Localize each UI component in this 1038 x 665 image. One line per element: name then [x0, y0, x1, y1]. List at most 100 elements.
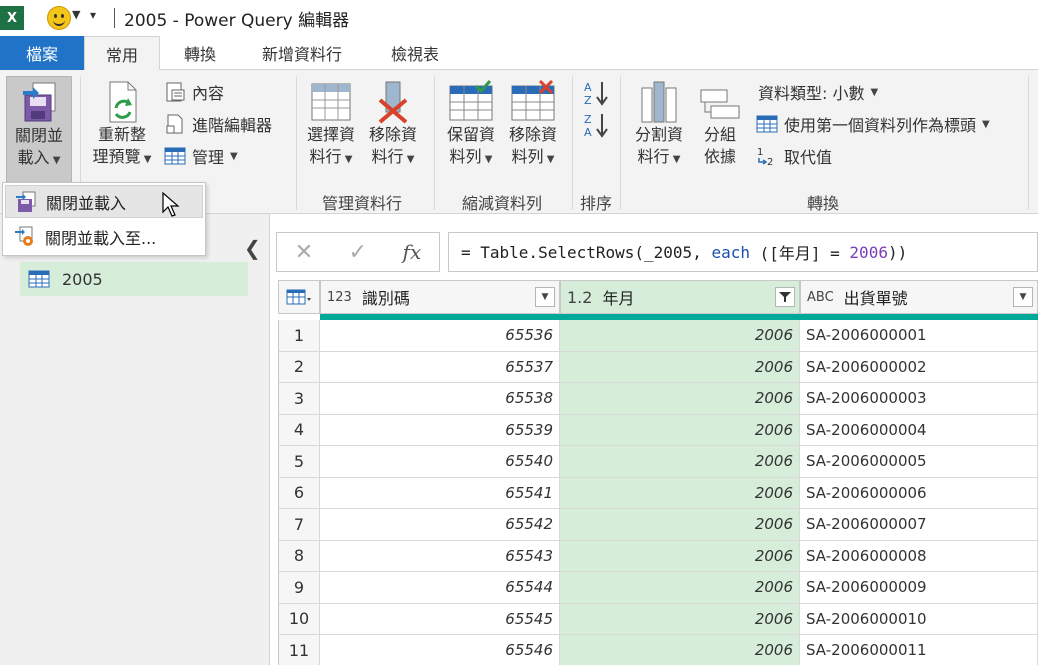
- data-type-dropdown[interactable]: 資料類型: 小數 ▼: [758, 80, 878, 104]
- cell-id[interactable]: 65546: [320, 635, 560, 665]
- whole-number-type-icon[interactable]: 123: [327, 290, 352, 305]
- replace-values-button[interactable]: 12 取代值: [756, 144, 832, 168]
- advanced-editor-button[interactable]: 進階編輯器: [164, 112, 272, 136]
- cell-shipment-no[interactable]: SA-2006000009: [800, 572, 1038, 604]
- decimal-type-icon[interactable]: 1.2: [567, 288, 592, 307]
- tab-home[interactable]: 常用: [84, 36, 160, 71]
- cell-yearmonth[interactable]: 2006: [560, 351, 800, 383]
- remove-rows-button[interactable]: 移除資 料列 ▼: [502, 80, 564, 171]
- query-item[interactable]: 2005: [20, 262, 248, 296]
- refresh-preview-button[interactable]: 重新整 理預覽 ▼: [84, 80, 160, 171]
- cell-shipment-no[interactable]: SA-2006000003: [800, 383, 1038, 415]
- column-header[interactable]: ABC 出貨單號 ▼: [800, 280, 1038, 314]
- tab-file[interactable]: 檔案: [0, 36, 84, 70]
- row-number[interactable]: 4: [278, 414, 320, 446]
- row-number[interactable]: 11: [278, 635, 320, 665]
- table-row[interactable]: 3 65538 2006 SA-2006000003: [276, 383, 1038, 415]
- table-row[interactable]: 7 65542 2006 SA-2006000007: [276, 509, 1038, 541]
- cell-shipment-no[interactable]: SA-2006000011: [800, 635, 1038, 665]
- choose-columns-button[interactable]: 選擇資 料行 ▼: [300, 80, 362, 171]
- customize-quick-access-icon[interactable]: ▾: [90, 8, 96, 22]
- filter-dropdown-icon[interactable]: ▼: [535, 287, 555, 307]
- cell-yearmonth[interactable]: 2006: [560, 572, 800, 604]
- table-menu-button[interactable]: [278, 280, 320, 314]
- confirm-icon[interactable]: ✓: [349, 240, 367, 265]
- cell-shipment-no[interactable]: SA-2006000005: [800, 446, 1038, 478]
- cell-id[interactable]: 65543: [320, 540, 560, 572]
- filter-active-icon[interactable]: [775, 287, 795, 307]
- menu-item-close-load[interactable]: 關閉並載入: [5, 185, 203, 218]
- cell-id[interactable]: 65541: [320, 477, 560, 509]
- cell-shipment-no[interactable]: SA-2006000006: [800, 477, 1038, 509]
- table-row[interactable]: 2 65537 2006 SA-2006000002: [276, 351, 1038, 383]
- cell-yearmonth[interactable]: 2006: [560, 446, 800, 478]
- tab-add-column[interactable]: 新增資料行: [246, 36, 358, 70]
- filter-dropdown-icon[interactable]: ▼: [1013, 287, 1033, 307]
- use-first-row-as-headers-button[interactable]: 使用第一個資料列作為標頭 ▼: [756, 112, 990, 136]
- cell-yearmonth[interactable]: 2006: [560, 603, 800, 635]
- tab-transform[interactable]: 轉換: [170, 36, 230, 70]
- cell-id[interactable]: 65538: [320, 383, 560, 415]
- chevron-down-icon[interactable]: ▼: [72, 8, 80, 21]
- cell-shipment-no[interactable]: SA-2006000007: [800, 509, 1038, 541]
- cell-id[interactable]: 65542: [320, 509, 560, 541]
- cell-yearmonth[interactable]: 2006: [560, 509, 800, 541]
- table-row[interactable]: 4 65539 2006 SA-2006000004: [276, 414, 1038, 446]
- tab-view[interactable]: 檢視表: [380, 36, 450, 70]
- cell-yearmonth[interactable]: 2006: [560, 414, 800, 446]
- row-number[interactable]: 1: [278, 320, 320, 352]
- close-load-button[interactable]: 關閉並 載入 ▼: [6, 76, 72, 184]
- table-row[interactable]: 9 65544 2006 SA-2006000009: [276, 572, 1038, 604]
- collapse-pane-icon[interactable]: ❮: [244, 236, 261, 260]
- group-by-button[interactable]: 分組 依據: [692, 80, 748, 168]
- column-header[interactable]: 123 識別碼 ▼: [320, 280, 560, 314]
- row-number[interactable]: 3: [278, 383, 320, 415]
- sort-ascending-button[interactable]: AZ: [582, 80, 610, 110]
- cell-yearmonth[interactable]: 2006: [560, 320, 800, 352]
- row-number[interactable]: 8: [278, 540, 320, 572]
- cell-yearmonth[interactable]: 2006: [560, 540, 800, 572]
- cell-shipment-no[interactable]: SA-2006000004: [800, 414, 1038, 446]
- table-row[interactable]: 6 65541 2006 SA-2006000006: [276, 477, 1038, 509]
- sort-descending-button[interactable]: ZA: [582, 112, 610, 142]
- cancel-icon[interactable]: ✕: [295, 240, 313, 265]
- excel-icon[interactable]: X: [0, 6, 24, 30]
- table-row[interactable]: 11 65546 2006 SA-2006000011: [276, 635, 1038, 665]
- formula-input[interactable]: = Table.SelectRows(_2005, each ([年月] = 2…: [448, 232, 1038, 272]
- cell-shipment-no[interactable]: SA-2006000001: [800, 320, 1038, 352]
- cell-yearmonth[interactable]: 2006: [560, 383, 800, 415]
- row-number[interactable]: 7: [278, 509, 320, 541]
- column-header-selected[interactable]: 1.2 年月: [560, 280, 800, 314]
- cell-yearmonth[interactable]: 2006: [560, 635, 800, 665]
- row-number[interactable]: 10: [278, 603, 320, 635]
- row-number[interactable]: 9: [278, 572, 320, 604]
- text-type-icon[interactable]: ABC: [807, 290, 834, 305]
- formula-text-prefix: = Table.SelectRows(_2005,: [461, 242, 712, 262]
- table-row[interactable]: 1 65536 2006 SA-2006000001: [276, 320, 1038, 352]
- row-number[interactable]: 2: [278, 351, 320, 383]
- cell-id[interactable]: 65544: [320, 572, 560, 604]
- table-row[interactable]: 10 65545 2006 SA-2006000010: [276, 603, 1038, 635]
- cell-id[interactable]: 65545: [320, 603, 560, 635]
- cell-shipment-no[interactable]: SA-2006000002: [800, 351, 1038, 383]
- keep-rows-button[interactable]: 保留資 料列 ▼: [440, 80, 502, 171]
- split-column-button[interactable]: 分割資 料行 ▼: [628, 80, 690, 171]
- remove-columns-button[interactable]: 移除資 料行 ▼: [362, 80, 424, 171]
- manage-button[interactable]: 管理 ▼: [164, 144, 238, 168]
- row-number[interactable]: 6: [278, 477, 320, 509]
- cell-shipment-no[interactable]: SA-2006000008: [800, 540, 1038, 572]
- cell-id[interactable]: 65537: [320, 351, 560, 383]
- cell-id[interactable]: 65539: [320, 414, 560, 446]
- table-row[interactable]: 5 65540 2006 SA-2006000005: [276, 446, 1038, 478]
- properties-button[interactable]: 內容: [164, 80, 224, 104]
- cell-yearmonth[interactable]: 2006: [560, 477, 800, 509]
- table-row[interactable]: 8 65543 2006 SA-2006000008: [276, 540, 1038, 572]
- smiley-feedback-icon[interactable]: [47, 6, 71, 30]
- fx-icon[interactable]: fx: [403, 240, 422, 264]
- cell-shipment-no[interactable]: SA-2006000010: [800, 603, 1038, 635]
- row-number[interactable]: 5: [278, 446, 320, 478]
- cell-id[interactable]: 65540: [320, 446, 560, 478]
- chevron-down-icon: ▼: [870, 86, 879, 98]
- menu-item-close-load-to[interactable]: 關閉並載入至...: [5, 220, 203, 253]
- cell-id[interactable]: 65536: [320, 320, 560, 352]
